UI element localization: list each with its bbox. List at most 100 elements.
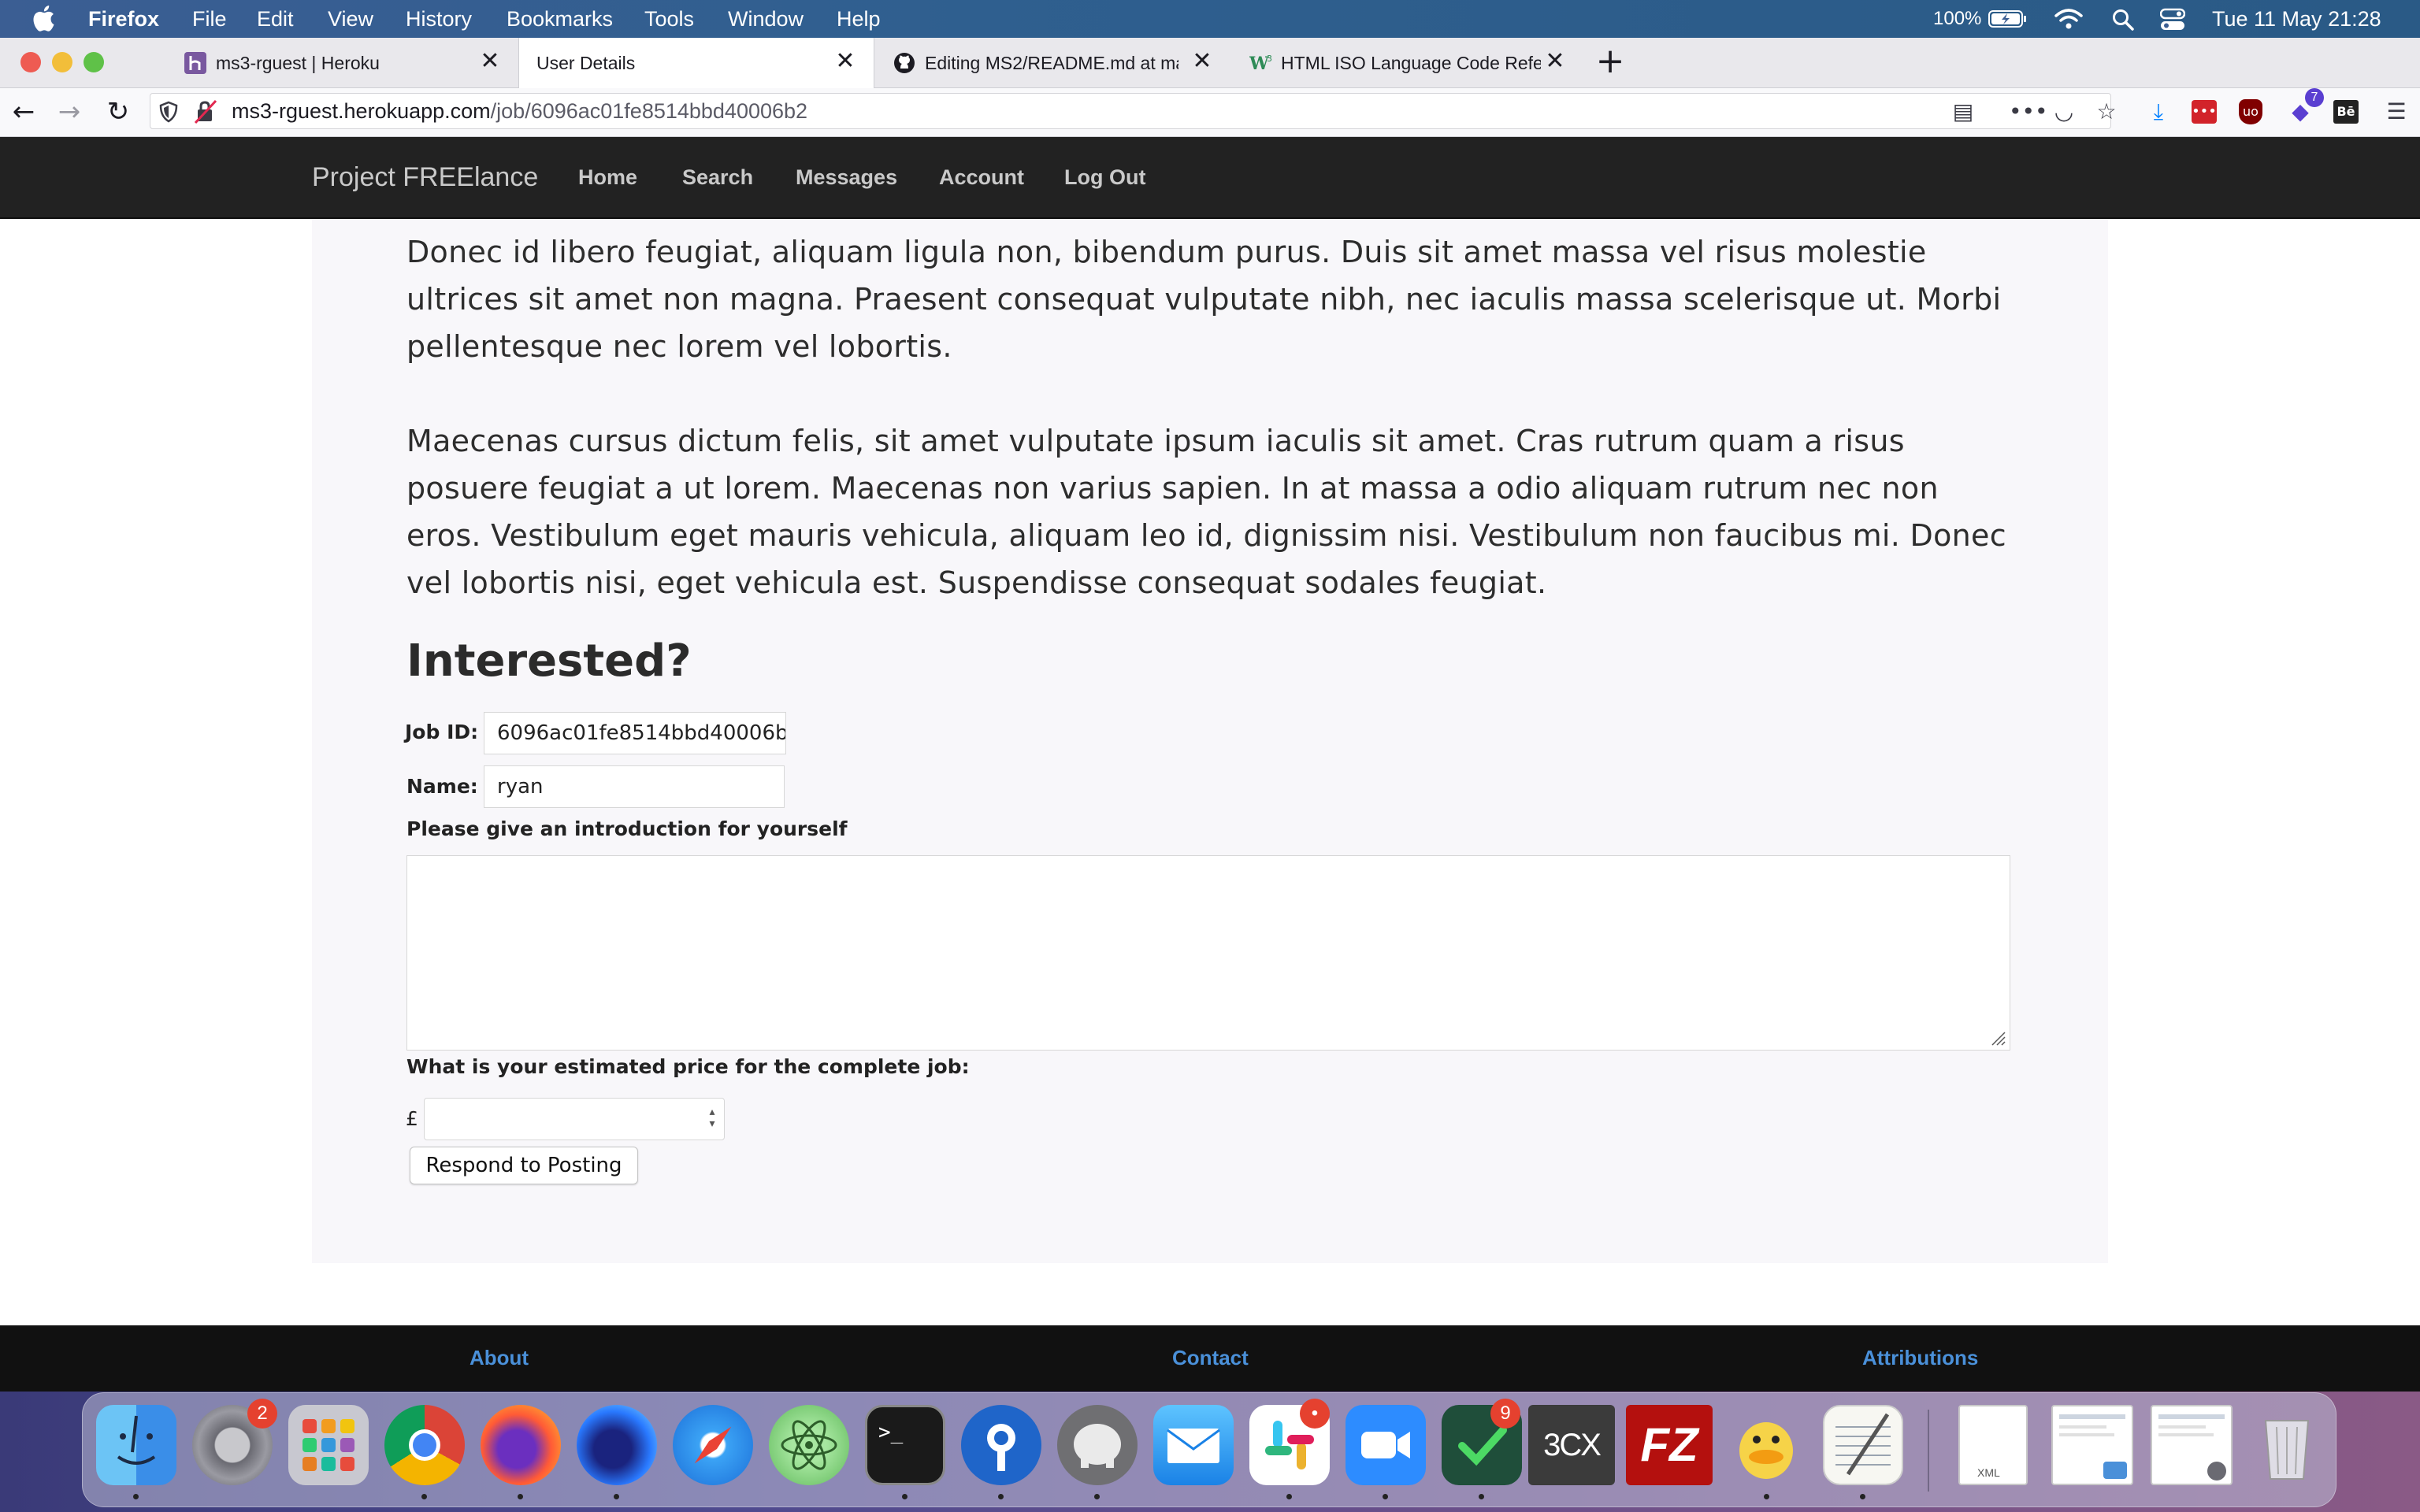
footer-link-attributions[interactable]: Attributions (1862, 1342, 1978, 1373)
github-icon (893, 52, 915, 74)
new-tab-plus-icon[interactable]: + (1593, 44, 1628, 79)
dock-running-indicator (421, 1494, 427, 1499)
spotlight-search-icon[interactable] (2111, 8, 2135, 32)
safari-icon[interactable] (673, 1405, 753, 1485)
dock-separator (1928, 1410, 1929, 1492)
control-center-icon[interactable] (2160, 8, 2185, 32)
menu-file[interactable]: File (192, 6, 227, 32)
textedit-icon[interactable] (1823, 1405, 1903, 1485)
launchpad-icon[interactable] (288, 1405, 369, 1485)
filezilla-icon[interactable]: FZ (1626, 1405, 1713, 1485)
dock-running-indicator (518, 1494, 523, 1499)
trash-icon[interactable] (2247, 1405, 2327, 1485)
tab-heroku[interactable]: ms3-rguest | Heroku ✕ (165, 38, 518, 88)
tab-close-icon[interactable]: ✕ (477, 49, 503, 74)
respond-to-posting-button[interactable]: Respond to Posting (410, 1147, 638, 1184)
reload-icon[interactable]: ↻ (102, 96, 134, 128)
firefox-icon[interactable] (481, 1405, 561, 1485)
introduction-textarea[interactable] (406, 855, 2010, 1051)
tab-close-icon[interactable]: ✕ (1542, 49, 1568, 74)
xml-document-icon[interactable]: XML (1958, 1405, 2028, 1485)
tab-title: ms3-rguest | Heroku (216, 53, 380, 73)
dock-running-indicator (1286, 1494, 1292, 1499)
cyberduck-icon[interactable] (1727, 1405, 1807, 1485)
reader-view-icon[interactable]: ▤ (1949, 98, 1977, 126)
wifi-icon[interactable] (2054, 8, 2083, 30)
apple-icon[interactable] (32, 5, 55, 32)
job-id-input[interactable]: 6096ac01fe8514bbd40006b2 (484, 712, 786, 754)
notification-badge: • (1300, 1399, 1330, 1429)
tab-close-icon[interactable]: ✕ (1190, 49, 1215, 74)
job-description-paragraph: Donec id libero feugiat, aliquam ligula … (406, 235, 2002, 364)
firefox-developer-icon[interactable] (577, 1405, 657, 1485)
tab-user-details[interactable]: User Details ✕ (518, 38, 874, 89)
window-close-button[interactable] (20, 52, 41, 72)
window-minimize-button[interactable] (52, 52, 72, 72)
back-arrow-icon[interactable]: ← (8, 96, 39, 128)
footer-link-contact[interactable]: Contact (1172, 1342, 1249, 1373)
svg-text:3: 3 (1267, 54, 1272, 64)
nav-account[interactable]: Account (939, 160, 1024, 195)
behance-icon[interactable]: Bē (2333, 100, 2359, 124)
battery-icon[interactable] (1988, 9, 2028, 28)
nav-log-out[interactable]: Log Out (1064, 160, 1145, 195)
pocket-icon[interactable]: ◡ (2050, 98, 2078, 126)
zoom-icon[interactable] (1345, 1405, 1426, 1485)
menu-app-name[interactable]: Firefox (88, 6, 159, 32)
mail-icon[interactable] (1153, 1405, 1234, 1485)
finder-icon[interactable] (96, 1405, 176, 1485)
downloads-icon[interactable]: ⤓ (2144, 98, 2173, 126)
price-input[interactable]: ▴ ▾ (424, 1098, 725, 1140)
lastpass-icon[interactable]: ••• (2192, 100, 2217, 124)
url-text: ms3-rguest.herokuapp.com/job/6096ac01fe8… (232, 99, 807, 123)
menu-tools[interactable]: Tools (644, 6, 694, 32)
heroku-icon (184, 52, 206, 74)
interested-heading: Interested? (406, 636, 692, 687)
insecure-lock-icon[interactable] (194, 99, 217, 124)
screenshot-thumbnail-icon[interactable] (2051, 1405, 2133, 1485)
menu-window[interactable]: Window (728, 6, 804, 32)
dock-running-indicator (1479, 1494, 1484, 1499)
number-spinner-icon[interactable]: ▴ ▾ (707, 1106, 718, 1132)
dock-running-indicator (1860, 1494, 1865, 1499)
3cx-icon[interactable]: 3CX (1528, 1405, 1615, 1485)
dock-running-indicator (614, 1494, 619, 1499)
dock-running-indicator (1383, 1494, 1388, 1499)
window-zoom-button[interactable] (84, 52, 104, 72)
site-brand[interactable]: Project FREElance (312, 158, 538, 197)
name-input[interactable]: ryan (484, 765, 785, 808)
atom-icon[interactable] (769, 1405, 849, 1485)
menu-bookmarks[interactable]: Bookmarks (507, 6, 613, 32)
chrome-icon[interactable] (384, 1405, 465, 1485)
dock-running-indicator (1764, 1494, 1769, 1499)
nav-home[interactable]: Home (578, 160, 637, 195)
hamburger-menu-icon[interactable]: ☰ (2382, 98, 2411, 126)
url-host: ms3-rguest.herokuapp.com (232, 99, 491, 123)
page-actions-icon[interactable]: ••• (2009, 98, 2048, 126)
tab-title: User Details (536, 53, 636, 73)
menu-help[interactable]: Help (837, 6, 881, 32)
ublock-origin-icon[interactable]: uo (2239, 99, 2262, 124)
price-label: What is your estimated price for the com… (406, 1055, 970, 1078)
forward-arrow-icon[interactable]: → (54, 96, 85, 128)
menu-history[interactable]: History (406, 6, 472, 32)
resize-grip-icon[interactable] (1989, 1029, 2006, 1047)
footer-link-about[interactable]: About (470, 1342, 529, 1373)
terminal-icon[interactable]: >_ (865, 1405, 945, 1485)
bookmark-star-icon[interactable]: ☆ (2092, 98, 2121, 126)
notification-badge: 9 (1490, 1399, 1520, 1429)
nav-messages[interactable]: Messages (796, 160, 897, 195)
menu-edit[interactable]: Edit (257, 6, 294, 32)
tab-w3schools[interactable]: W3 HTML ISO Language Code Refe ✕ (1230, 38, 1583, 88)
tracking-shield-icon[interactable] (159, 101, 178, 123)
screenshot-thumbnail-icon[interactable] (2151, 1405, 2233, 1485)
sequel-pro-icon[interactable] (1057, 1405, 1138, 1485)
extension-badge: 7 (2305, 88, 2324, 107)
tab-close-icon[interactable]: ✕ (833, 49, 858, 74)
menu-view[interactable]: View (328, 6, 373, 32)
sourcetree-icon[interactable] (961, 1405, 1041, 1485)
xml-label: XML (1977, 1466, 2000, 1479)
tab-github-readme[interactable]: Editing MS2/README.md at ma ✕ (874, 38, 1230, 88)
menubar-clock[interactable]: Tue 11 May 21:28 (2212, 6, 2381, 32)
nav-search[interactable]: Search (682, 160, 753, 195)
